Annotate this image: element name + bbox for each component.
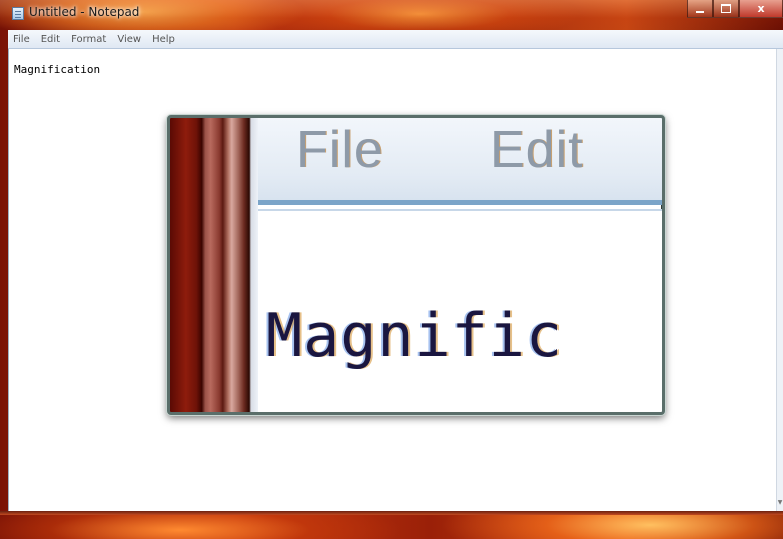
- menu-edit[interactable]: Edit: [36, 34, 66, 45]
- title-bar[interactable]: Untitled - Notepad x: [0, 0, 783, 30]
- magnified-menu-bar: File Edit: [258, 118, 662, 205]
- menu-help[interactable]: Help: [147, 34, 181, 45]
- editor-content: Magnification: [14, 63, 101, 76]
- window-bottom-border: [0, 511, 783, 515]
- close-icon: x: [757, 2, 765, 15]
- maximize-button[interactable]: [713, 0, 739, 18]
- menu-view[interactable]: View: [112, 34, 147, 45]
- caption-buttons: x: [687, 0, 783, 20]
- scroll-down-icon[interactable]: ▼: [777, 499, 783, 507]
- close-button[interactable]: x: [739, 0, 783, 18]
- menu-bar: File Edit Format View Help: [8, 30, 783, 49]
- menu-format[interactable]: Format: [66, 34, 112, 45]
- minimize-button[interactable]: [687, 0, 713, 18]
- vertical-scrollbar[interactable]: ▼: [776, 49, 783, 511]
- magnified-menu-file: File: [296, 121, 384, 179]
- magnified-text: Magnific: [266, 301, 563, 371]
- minimize-icon: [696, 10, 704, 13]
- menu-file[interactable]: File: [8, 34, 36, 45]
- notepad-app-icon[interactable]: [12, 7, 24, 20]
- window-title: Untitled - Notepad: [29, 5, 140, 19]
- magnified-editor: Magnific: [258, 211, 662, 412]
- magnified-window-frame: [170, 118, 258, 412]
- magnifier-lens[interactable]: File Edit Magnific: [167, 115, 665, 415]
- magnified-menu-edit: Edit: [490, 121, 584, 179]
- maximize-icon: [721, 4, 731, 13]
